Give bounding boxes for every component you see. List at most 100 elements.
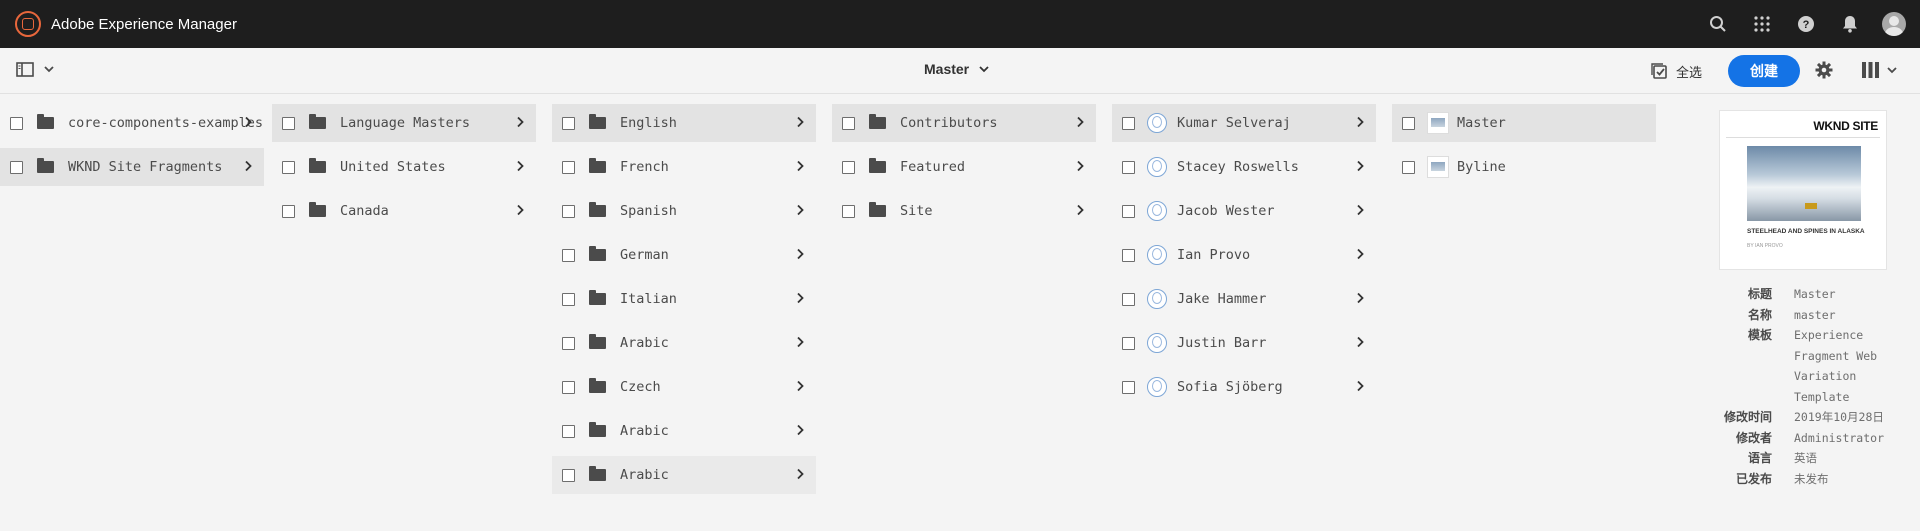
item-checkbox[interactable] bbox=[282, 116, 295, 130]
globe-icon bbox=[1147, 333, 1167, 353]
chevron-down-icon bbox=[44, 66, 54, 73]
item-checkbox[interactable] bbox=[10, 160, 23, 174]
item-checkbox[interactable] bbox=[1122, 336, 1135, 350]
item-checkbox[interactable] bbox=[562, 292, 575, 306]
help-icon[interactable]: ? bbox=[1784, 0, 1828, 48]
item-checkbox[interactable] bbox=[282, 160, 295, 174]
item-label: Jake Hammer bbox=[1177, 291, 1267, 307]
item-checkbox[interactable] bbox=[1122, 292, 1135, 306]
column-item[interactable]: Kumar Selveraj bbox=[1112, 104, 1376, 142]
column-item[interactable]: United States bbox=[272, 148, 536, 186]
item-checkbox[interactable] bbox=[1122, 380, 1135, 394]
chevron-right-icon[interactable] bbox=[1074, 116, 1086, 128]
chevron-right-icon[interactable] bbox=[794, 160, 806, 172]
chevron-right-icon[interactable] bbox=[794, 204, 806, 216]
column-item[interactable]: Italian bbox=[552, 280, 816, 318]
column-item[interactable]: Sofia Sjöberg bbox=[1112, 368, 1376, 406]
chevron-right-icon[interactable] bbox=[1354, 160, 1366, 172]
column-item[interactable]: Jacob Wester bbox=[1112, 192, 1376, 230]
column-item[interactable]: Master bbox=[1392, 104, 1656, 142]
chevron-right-icon[interactable] bbox=[1354, 292, 1366, 304]
chevron-right-icon[interactable] bbox=[794, 380, 806, 392]
item-label: United States bbox=[340, 159, 446, 175]
select-all-icon bbox=[1651, 63, 1667, 79]
chevron-right-icon[interactable] bbox=[794, 468, 806, 480]
chevron-right-icon[interactable] bbox=[514, 204, 526, 216]
chevron-right-icon[interactable] bbox=[514, 160, 526, 172]
item-checkbox[interactable] bbox=[842, 204, 855, 218]
chevron-right-icon[interactable] bbox=[1354, 248, 1366, 260]
chevron-right-icon[interactable] bbox=[794, 292, 806, 304]
item-checkbox[interactable] bbox=[1402, 160, 1415, 174]
item-checkbox[interactable] bbox=[562, 204, 575, 218]
chevron-right-icon[interactable] bbox=[1074, 204, 1086, 216]
chevron-right-icon[interactable] bbox=[1074, 160, 1086, 172]
rail-toggle-button[interactable] bbox=[16, 62, 54, 77]
folder-icon bbox=[869, 114, 886, 129]
chevron-right-icon[interactable] bbox=[1354, 204, 1366, 216]
item-checkbox[interactable] bbox=[562, 248, 575, 262]
breadcrumb-dropdown[interactable]: Master bbox=[924, 61, 989, 77]
chevron-right-icon[interactable] bbox=[794, 116, 806, 128]
chevron-right-icon[interactable] bbox=[1354, 116, 1366, 128]
chevron-right-icon[interactable] bbox=[242, 116, 254, 128]
item-checkbox[interactable] bbox=[562, 160, 575, 174]
item-checkbox[interactable] bbox=[1122, 248, 1135, 262]
search-icon[interactable] bbox=[1696, 0, 1740, 48]
column-item[interactable]: Language Masters bbox=[272, 104, 536, 142]
create-button[interactable]: 创建 bbox=[1728, 55, 1800, 87]
chevron-right-icon[interactable] bbox=[794, 336, 806, 348]
column-item[interactable]: Arabic bbox=[552, 456, 816, 494]
column-item[interactable]: Ian Provo bbox=[1112, 236, 1376, 274]
chevron-right-icon[interactable] bbox=[242, 160, 254, 172]
view-switcher[interactable] bbox=[1862, 62, 1897, 78]
item-checkbox[interactable] bbox=[562, 336, 575, 350]
item-checkbox[interactable] bbox=[282, 204, 295, 218]
item-checkbox[interactable] bbox=[562, 116, 575, 130]
chevron-right-icon[interactable] bbox=[1354, 380, 1366, 392]
chevron-right-icon[interactable] bbox=[794, 424, 806, 436]
column-item[interactable]: Contributors bbox=[832, 104, 1096, 142]
chevron-right-icon[interactable] bbox=[514, 116, 526, 128]
gear-icon[interactable] bbox=[1815, 61, 1833, 84]
app-title[interactable]: Adobe Experience Manager bbox=[51, 16, 237, 33]
solutions-grid-icon[interactable] bbox=[1740, 0, 1784, 48]
item-checkbox[interactable] bbox=[842, 160, 855, 174]
column-item[interactable]: English bbox=[552, 104, 816, 142]
column-item[interactable]: Arabic bbox=[552, 324, 816, 362]
item-checkbox[interactable] bbox=[1122, 204, 1135, 218]
column-item[interactable]: Arabic bbox=[552, 412, 816, 450]
chevron-right-icon[interactable] bbox=[794, 248, 806, 260]
item-checkbox[interactable] bbox=[1122, 116, 1135, 130]
aem-logo-icon[interactable] bbox=[15, 11, 41, 37]
column-item[interactable]: German bbox=[552, 236, 816, 274]
metadata-value: Experience Fragment Web Variation Templa… bbox=[1794, 328, 1878, 404]
column-item[interactable]: WKND Site Fragments bbox=[0, 148, 264, 186]
column-item[interactable]: Byline bbox=[1392, 148, 1656, 186]
column-item[interactable]: French bbox=[552, 148, 816, 186]
select-all-button[interactable]: 全选 bbox=[1651, 62, 1702, 81]
metadata-row: 模板 Experience Fragment Web Variation Temp… bbox=[1700, 325, 1910, 407]
item-checkbox[interactable] bbox=[10, 116, 23, 130]
column-item[interactable]: Jake Hammer bbox=[1112, 280, 1376, 318]
item-checkbox[interactable] bbox=[842, 116, 855, 130]
column-item[interactable]: Stacey Roswells bbox=[1112, 148, 1376, 186]
column-item[interactable]: Czech bbox=[552, 368, 816, 406]
item-checkbox[interactable] bbox=[562, 380, 575, 394]
column-item[interactable]: Justin Barr bbox=[1112, 324, 1376, 362]
column-item[interactable]: Featured bbox=[832, 148, 1096, 186]
column-item[interactable]: Site bbox=[832, 192, 1096, 230]
item-checkbox[interactable] bbox=[1122, 160, 1135, 174]
column-item[interactable]: Spanish bbox=[552, 192, 816, 230]
column-item[interactable]: core-components-examples bbox=[0, 104, 264, 142]
folder-icon bbox=[589, 422, 606, 437]
column-item[interactable]: Canada bbox=[272, 192, 536, 230]
item-checkbox[interactable] bbox=[1402, 116, 1415, 130]
item-label: Language Masters bbox=[340, 115, 471, 131]
user-avatar[interactable] bbox=[1882, 12, 1906, 36]
item-checkbox[interactable] bbox=[562, 468, 575, 482]
chevron-right-icon[interactable] bbox=[1354, 336, 1366, 348]
notifications-bell-icon[interactable] bbox=[1828, 0, 1872, 48]
folder-icon bbox=[869, 202, 886, 217]
item-checkbox[interactable] bbox=[562, 424, 575, 438]
